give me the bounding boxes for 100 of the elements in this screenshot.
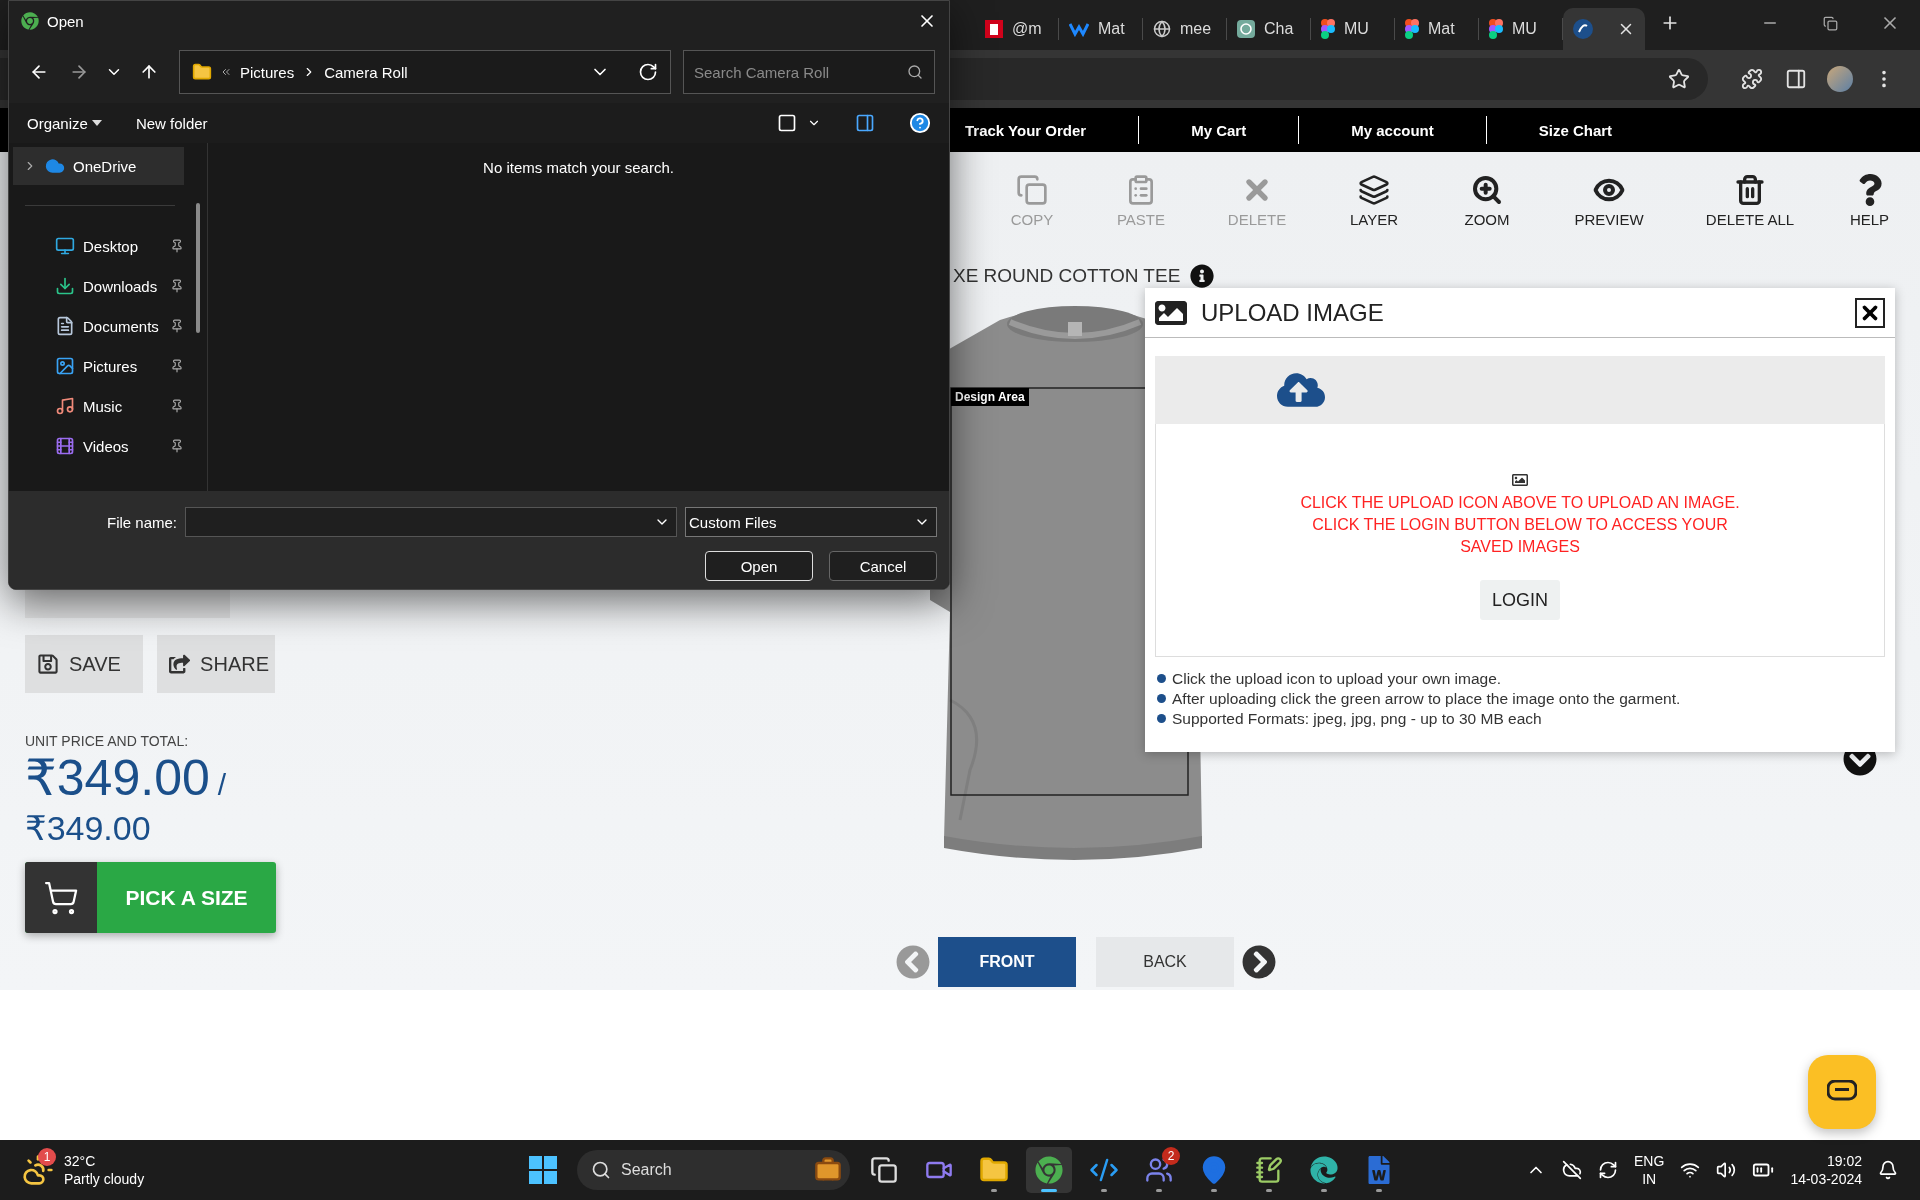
toolbar-button[interactable]: DELETE ALL <box>1681 152 1819 250</box>
browser-tab[interactable]: MU <box>1311 18 1395 40</box>
file-type-select[interactable]: Custom Files <box>685 507 937 537</box>
windows-logo-icon[interactable] <box>529 1156 557 1184</box>
search-icon <box>907 64 923 80</box>
clock[interactable]: 19:02 14-03-2024 <box>1790 1152 1862 1188</box>
volume-icon[interactable] <box>1716 1160 1737 1180</box>
view-tab[interactable]: FRONT <box>938 937 1076 987</box>
weather-condition: Partly cloudy <box>64 1170 145 1188</box>
film-icon <box>55 436 75 456</box>
breadcrumb[interactable]: Camera Roll <box>324 63 408 81</box>
preview-pane-icon[interactable] <box>855 113 875 133</box>
close-button[interactable] <box>1855 297 1885 328</box>
design-area-label: Design Area <box>951 388 1029 406</box>
logo-icon <box>1237 20 1255 38</box>
cloud-icon <box>45 156 65 176</box>
toolbar-button[interactable]: PREVIEW <box>1537 152 1681 250</box>
task-view-icon <box>870 1156 898 1184</box>
previous-icon[interactable] <box>896 945 930 979</box>
dialog-title: UPLOAD IMAGE <box>1201 298 1385 327</box>
download-icon <box>55 276 75 296</box>
price-separator: / <box>217 768 227 801</box>
notepad-icon <box>1255 1156 1283 1184</box>
file-name-label: File name: <box>106 513 177 531</box>
view-icon[interactable] <box>777 113 797 133</box>
refresh-icon[interactable] <box>638 62 658 82</box>
browser-tab[interactable]: Cha <box>1227 18 1311 40</box>
total-price: ₹349.00 <box>25 810 152 846</box>
price-label: UNIT PRICE AND TOTAL: <box>25 733 190 749</box>
layers-icon <box>1358 174 1390 206</box>
globe-icon <box>1153 20 1171 38</box>
nav-item[interactable]: Music <box>13 386 184 426</box>
toolbar-button[interactable]: LAYER <box>1311 152 1437 250</box>
login-button[interactable]: LOGIN <box>1480 580 1560 620</box>
dialog-title: Open <box>47 12 85 30</box>
nav-item[interactable]: Documents <box>13 306 184 346</box>
weather-icon[interactable] <box>22 1154 54 1186</box>
cart-icon <box>43 879 79 916</box>
bell-icon[interactable] <box>1878 1160 1898 1180</box>
cloud-off-icon[interactable] <box>1562 1160 1583 1180</box>
restore-icon[interactable] <box>1822 15 1838 31</box>
nav-link[interactable]: Track Your Order <box>965 121 1087 139</box>
nav-item[interactable]: Pictures <box>13 346 184 386</box>
nav-item[interactable]: OneDrive <box>13 147 184 185</box>
browser-tab[interactable]: Mat <box>1059 18 1143 40</box>
open-button[interactable]: Open <box>705 551 813 581</box>
overflow-icon[interactable] <box>220 66 232 78</box>
toolbar-button[interactable]: HELP <box>1819 152 1920 250</box>
search-icon <box>591 1160 611 1180</box>
language-indicator[interactable]: ENG IN <box>1634 1152 1665 1188</box>
file-name-field[interactable] <box>185 507 677 537</box>
chat-bubble-icon <box>1827 1080 1857 1104</box>
nav-item[interactable]: Downloads <box>13 266 184 306</box>
avatar[interactable] <box>1827 66 1853 92</box>
browser-tab[interactable]: mee <box>1143 18 1227 40</box>
share-icon <box>169 653 191 675</box>
document-icon <box>55 316 75 336</box>
logo-icon <box>1573 19 1593 39</box>
nav-item[interactable]: Desktop <box>13 226 184 266</box>
info-icon[interactable] <box>1190 264 1215 288</box>
nav-link[interactable]: My account <box>1351 121 1434 139</box>
taskbar-app[interactable] <box>1026 1147 1072 1193</box>
tip-text: After uploading click the green arrow to place the image onto the garment. <box>1172 689 1681 708</box>
cancel-button[interactable]: Cancel <box>829 551 937 581</box>
folder-icon <box>192 62 212 82</box>
figma-logo-icon <box>1489 19 1503 39</box>
chat-button[interactable] <box>1808 1055 1876 1129</box>
logo-icon <box>1069 21 1089 37</box>
tip-text: Click the upload icon to upload your own image. <box>1172 669 1502 688</box>
organize-menu[interactable]: Organize <box>27 114 102 132</box>
tip-text: Supported Formats: jpeg, jpg, png - up to 30 MB each <box>1172 709 1542 728</box>
toolbar-button[interactable]: ZOOM <box>1437 152 1537 250</box>
wifi-icon[interactable] <box>1680 1160 1701 1180</box>
nav-link[interactable]: My Cart <box>1191 121 1247 139</box>
browser-tab[interactable]: @m <box>975 18 1059 40</box>
figma-logo-icon <box>1405 19 1419 39</box>
browser-tab[interactable] <box>1563 8 1645 50</box>
sync-icon[interactable] <box>1598 1160 1619 1180</box>
search-field[interactable]: Search Camera Roll <box>683 50 935 94</box>
nav-item[interactable]: Videos <box>13 426 184 466</box>
upload-area[interactable] <box>1155 356 1885 424</box>
path-bar[interactable]: Pictures Camera Roll <box>179 50 671 94</box>
next-icon[interactable] <box>1242 945 1276 979</box>
nav-link[interactable]: Size Chart <box>1538 121 1613 139</box>
new-folder-button[interactable]: New folder <box>135 114 208 132</box>
breadcrumb[interactable]: Pictures <box>240 63 295 81</box>
temperature: 32°C <box>64 1152 97 1170</box>
puzzle-icon[interactable] <box>1741 68 1763 90</box>
zoom-in-icon <box>1471 174 1503 206</box>
share-button[interactable]: SHARE <box>157 635 275 693</box>
side-panel-icon[interactable] <box>1785 68 1807 90</box>
view-tab[interactable]: BACK <box>1096 937 1234 987</box>
save-button[interactable]: SAVE <box>25 635 143 693</box>
briefcase-icon <box>814 1156 842 1184</box>
browser-tab[interactable]: Mat <box>1395 18 1479 40</box>
help-icon[interactable] <box>909 112 931 134</box>
star-icon[interactable] <box>1668 68 1690 90</box>
search-bar[interactable]: Search <box>577 1150 850 1190</box>
taskbar-app[interactable]: 2 <box>1136 1147 1182 1193</box>
browser-tab[interactable]: MU <box>1479 18 1563 40</box>
